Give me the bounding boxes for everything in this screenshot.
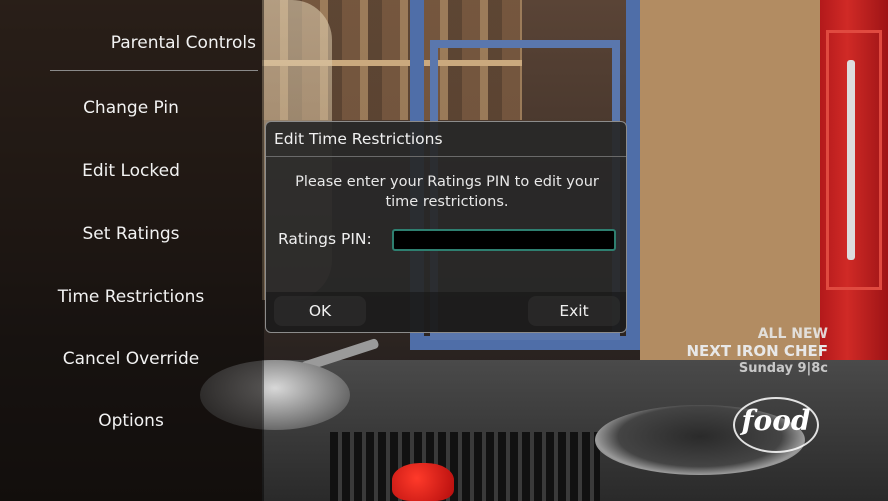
dialog-title-divider — [266, 156, 626, 157]
background-fridge-handle — [847, 60, 855, 260]
parental-controls-menu: Parental Controls Change Pin Edit Locked… — [0, 0, 262, 501]
promo-line-2: NEXT IRON CHEF — [686, 342, 828, 360]
menu-item-change-pin[interactable]: Change Pin — [0, 93, 262, 123]
menu-item-edit-locked[interactable]: Edit Locked — [0, 156, 262, 186]
menu-title: Parental Controls — [110, 33, 256, 53]
menu-item-set-ratings[interactable]: Set Ratings — [0, 219, 262, 249]
edit-time-restrictions-dialog: Edit Time Restrictions Please enter your… — [265, 121, 627, 333]
menu-edge-divider — [262, 0, 264, 501]
channel-logo-text: food — [741, 404, 811, 437]
menu-item-cancel-override[interactable]: Cancel Override — [0, 344, 262, 374]
dialog-title: Edit Time Restrictions — [274, 130, 443, 148]
exit-button[interactable]: Exit — [528, 296, 620, 326]
dialog-button-bar: OK Exit — [266, 292, 626, 332]
promo-line-3: Sunday 9|8c — [738, 361, 828, 376]
menu-item-time-restrictions[interactable]: Time Restrictions — [0, 282, 262, 312]
promo-line-1: ALL NEW — [757, 326, 828, 342]
menu-item-options[interactable]: Options — [0, 406, 262, 436]
menu-title-divider — [50, 70, 258, 71]
show-promo: ALL NEW NEXT IRON CHEF Sunday 9|8c — [686, 326, 828, 377]
dialog-message: Please enter your Ratings PIN to edit yo… — [295, 174, 599, 210]
background-red-pepper — [392, 463, 454, 501]
background-grill — [330, 432, 600, 501]
ratings-pin-label: Ratings PIN: — [278, 230, 372, 248]
background-wall — [640, 0, 830, 360]
ratings-pin-input[interactable] — [392, 229, 616, 251]
ok-button[interactable]: OK — [274, 296, 366, 326]
